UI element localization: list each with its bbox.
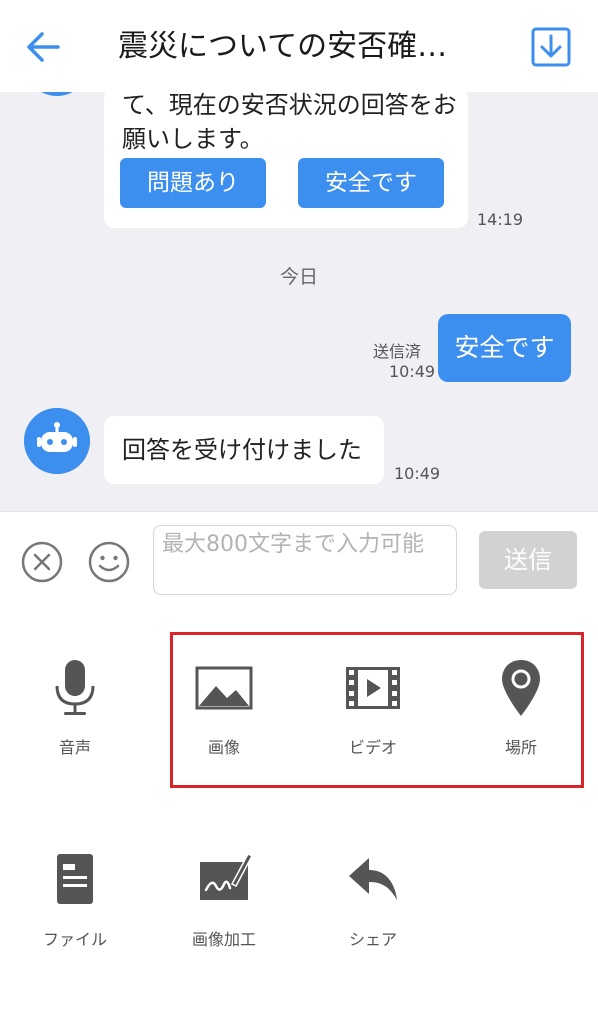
- attach-image-edit-button[interactable]: 画像加工: [169, 850, 279, 960]
- attach-label: ファイル: [42, 930, 107, 949]
- send-button[interactable]: 送信: [479, 531, 577, 589]
- reply-button-safe[interactable]: 安全です: [298, 158, 444, 208]
- sent-status: 送信済: [373, 342, 422, 361]
- arrow-left-icon[interactable]: [22, 26, 64, 68]
- attach-label: 音声: [58, 738, 91, 757]
- message-bubble-bot: て、現在の安否状況の回答をお願いします。 問題あり 安全です: [104, 92, 468, 228]
- attach-video-button[interactable]: ビデオ: [318, 658, 428, 768]
- share-icon: [349, 858, 397, 900]
- attach-label: 画像加工: [191, 930, 256, 949]
- file-icon: [57, 854, 93, 904]
- attach-label: 画像: [207, 738, 240, 757]
- message-bubble-me: 安全です: [438, 314, 571, 382]
- image-edit-icon: [200, 853, 254, 900]
- composer: 送信: [0, 511, 598, 608]
- date-separator: 今日: [279, 266, 318, 288]
- reply-button-problem[interactable]: 問題あり: [120, 158, 266, 208]
- message-time: 10:49: [394, 464, 441, 483]
- attach-share-button[interactable]: シェア: [318, 850, 428, 960]
- download-icon[interactable]: [530, 26, 572, 68]
- robot-icon: [24, 408, 90, 474]
- page-title: 震災についての安否確…: [118, 29, 448, 64]
- video-icon: [346, 667, 400, 709]
- attach-label: シェア: [348, 930, 397, 949]
- message-text: 回答を受け付けました: [122, 436, 362, 464]
- message-time: 14:19: [477, 210, 524, 229]
- close-circle-icon[interactable]: [20, 540, 64, 584]
- attach-file-button[interactable]: ファイル: [20, 850, 130, 960]
- bot-avatar: [24, 92, 90, 96]
- message-bubble-bot: 回答を受け付けました: [104, 416, 384, 484]
- attachment-panel: 音声 画像 ビデオ 場所 ファイル 画像加工 シェア: [0, 608, 598, 1024]
- app-header: 震災についての安否確…: [0, 0, 598, 92]
- message-text: て、現在の安否状況の回答をお願いします。: [122, 92, 457, 153]
- attach-location-button[interactable]: 場所: [466, 658, 576, 768]
- location-pin-icon: [502, 660, 540, 716]
- attach-label: 場所: [504, 738, 537, 757]
- attach-image-button[interactable]: 画像: [169, 658, 279, 768]
- message-input[interactable]: [153, 525, 457, 595]
- attach-voice-button[interactable]: 音声: [20, 658, 130, 768]
- message-time: 10:49: [389, 362, 436, 381]
- image-icon: [195, 666, 253, 710]
- emoji-icon[interactable]: [87, 540, 131, 584]
- attach-label: ビデオ: [348, 738, 397, 757]
- chat-area[interactable]: て、現在の安否状況の回答をお願いします。 問題あり 安全です 14:19 今日 …: [0, 92, 598, 511]
- microphone-icon: [55, 660, 95, 715]
